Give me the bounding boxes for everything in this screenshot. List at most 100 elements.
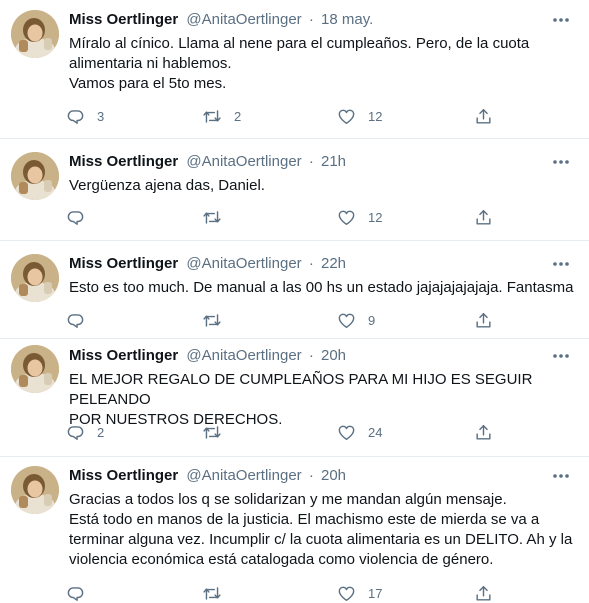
tweet[interactable]: Miss Oertlinger @AnitaOertlinger · 20h E… <box>0 339 589 457</box>
retweet-button[interactable] <box>202 207 234 227</box>
avatar[interactable] <box>11 254 59 302</box>
user-handle[interactable]: @AnitaOertlinger <box>186 467 301 484</box>
heart-icon <box>337 584 356 603</box>
tweet-header: Miss Oertlinger @AnitaOertlinger · 22h <box>69 254 549 274</box>
avatar[interactable] <box>11 466 59 514</box>
like-button[interactable]: 12 <box>337 106 382 126</box>
reply-icon <box>66 584 85 603</box>
tweet-header: Miss Oertlinger @AnitaOertlinger · 20h <box>69 346 549 366</box>
timestamp[interactable]: 20h <box>321 347 346 364</box>
user-handle[interactable]: @AnitaOertlinger <box>186 255 301 272</box>
like-button[interactable]: 24 <box>337 422 382 442</box>
like-count: 24 <box>368 424 383 440</box>
tweet-text: Míralo al cínico. Llama al nene para el … <box>69 34 574 94</box>
separator-dot: · <box>308 255 314 272</box>
share-button[interactable] <box>474 310 493 330</box>
tweet-text: EL MEJOR REGALO DE CUMPLEAÑOS PARA MI HI… <box>69 370 574 430</box>
timestamp[interactable]: 20h <box>321 467 346 484</box>
like-count: 12 <box>368 108 383 124</box>
more-icon[interactable] <box>551 10 571 30</box>
display-name[interactable]: Miss Oertlinger <box>69 255 178 272</box>
reply-icon <box>66 208 85 227</box>
heart-icon <box>337 311 356 330</box>
tweet-header: Miss Oertlinger @AnitaOertlinger · 18 ma… <box>69 10 549 30</box>
tweet-actions: 9 <box>66 310 506 330</box>
reply-count: 3 <box>97 108 105 124</box>
like-button[interactable]: 12 <box>337 207 382 227</box>
retweet-icon <box>202 311 222 330</box>
tweet-text-line: Vamos para el 5to mes. <box>69 75 227 92</box>
reply-icon <box>66 107 85 126</box>
tweet-text-line: Gracias a todos los q se solidarizan y m… <box>69 491 507 508</box>
separator-dot: · <box>308 347 314 364</box>
avatar[interactable] <box>11 152 59 200</box>
share-button[interactable] <box>474 106 493 126</box>
tweet-header: Miss Oertlinger @AnitaOertlinger · 20h <box>69 466 549 486</box>
tweet-text-line: alimentaria ni hablemos. <box>69 55 232 72</box>
heart-icon <box>337 423 356 442</box>
user-handle[interactable]: @AnitaOertlinger <box>186 347 301 364</box>
more-icon[interactable] <box>551 254 571 274</box>
share-button[interactable] <box>474 583 493 603</box>
retweet-button[interactable] <box>202 310 234 330</box>
tweet-feed: Miss Oertlinger @AnitaOertlinger · 18 ma… <box>0 0 589 601</box>
share-icon <box>474 208 493 227</box>
tweet-text: Gracias a todos los q se solidarizan y m… <box>69 490 574 570</box>
retweet-button[interactable] <box>202 583 234 603</box>
timestamp[interactable]: 21h <box>321 153 346 170</box>
reply-icon <box>66 423 85 442</box>
tweet-text-line: terminar alguna vez. Incumplir c/ la cuo… <box>69 531 573 548</box>
share-button[interactable] <box>474 207 493 227</box>
separator-dot: · <box>308 153 314 170</box>
retweet-icon <box>202 584 222 603</box>
reply-button[interactable]: 3 <box>66 106 104 126</box>
display-name[interactable]: Miss Oertlinger <box>69 153 178 170</box>
reply-count: 2 <box>97 424 105 440</box>
more-icon[interactable] <box>551 466 571 486</box>
tweet-text: Esto es too much. De manual a las 00 hs … <box>69 278 574 298</box>
avatar[interactable] <box>11 10 59 58</box>
reply-button[interactable] <box>66 207 97 227</box>
tweet[interactable]: Miss Oertlinger @AnitaOertlinger · 22h E… <box>0 241 589 339</box>
display-name[interactable]: Miss Oertlinger <box>69 467 178 484</box>
reply-icon <box>66 311 85 330</box>
display-name[interactable]: Miss Oertlinger <box>69 347 178 364</box>
like-button[interactable]: 9 <box>337 310 375 330</box>
tweet-actions: 2 24 <box>66 422 506 442</box>
separator-dot: · <box>308 467 314 484</box>
timestamp[interactable]: 18 may. <box>321 11 373 28</box>
retweet-icon <box>202 107 222 126</box>
tweet-text: Vergüenza ajena das, Daniel. <box>69 176 574 196</box>
tweet-actions: 17 <box>66 583 506 603</box>
tweet-text-line: Está todo en manos de la justicia. El ma… <box>69 511 540 528</box>
tweet-text-line: violencia económica está catalogada como… <box>69 551 494 568</box>
retweet-count: 2 <box>234 108 242 124</box>
user-handle[interactable]: @AnitaOertlinger <box>186 153 301 170</box>
tweet[interactable]: Miss Oertlinger @AnitaOertlinger · 21h V… <box>0 139 589 241</box>
retweet-button[interactable]: 2 <box>202 106 241 126</box>
reply-button[interactable]: 2 <box>66 422 104 442</box>
more-icon[interactable] <box>551 346 571 366</box>
reply-button[interactable] <box>66 310 97 330</box>
tweet[interactable]: Miss Oertlinger @AnitaOertlinger · 18 ma… <box>0 0 589 139</box>
display-name[interactable]: Miss Oertlinger <box>69 11 178 28</box>
share-icon <box>474 107 493 126</box>
retweet-button[interactable] <box>202 422 234 442</box>
tweet[interactable]: Miss Oertlinger @AnitaOertlinger · 20h G… <box>0 457 589 601</box>
user-handle[interactable]: @AnitaOertlinger <box>186 11 301 28</box>
tweet-text-line: EL MEJOR REGALO DE CUMPLEAÑOS PARA MI HI… <box>69 371 533 408</box>
reply-button[interactable] <box>66 583 97 603</box>
like-button[interactable]: 17 <box>337 583 382 603</box>
timestamp[interactable]: 22h <box>321 255 346 272</box>
share-button[interactable] <box>474 422 493 442</box>
tweet-actions: 3 2 12 <box>66 106 506 126</box>
share-icon <box>474 423 493 442</box>
tweet-header: Miss Oertlinger @AnitaOertlinger · 21h <box>69 152 549 172</box>
share-icon <box>474 311 493 330</box>
like-count: 12 <box>368 209 383 225</box>
retweet-icon <box>202 423 222 442</box>
separator-dot: · <box>308 11 314 28</box>
more-icon[interactable] <box>551 152 571 172</box>
tweet-text-line: Esto es too much. De manual a las 00 hs … <box>69 279 574 296</box>
avatar[interactable] <box>11 345 59 393</box>
